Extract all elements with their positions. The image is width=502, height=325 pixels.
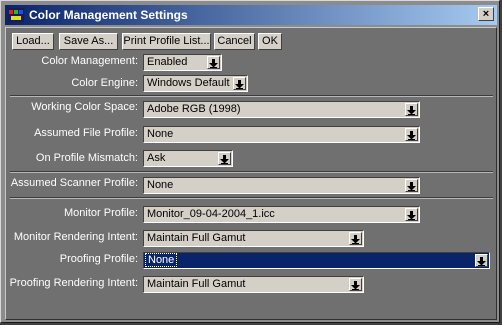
monitor-rendering-intent-dropdown[interactable]: Maintain Full Gamut bbox=[143, 230, 364, 247]
color-engine-dropdown[interactable]: Windows Default bbox=[143, 75, 248, 92]
close-icon: × bbox=[482, 8, 490, 20]
dropdown-arrow-icon[interactable] bbox=[475, 254, 488, 267]
section-divider bbox=[10, 95, 493, 97]
dropdown-arrow-icon[interactable] bbox=[405, 103, 418, 116]
working-color-space-value: Adobe RGB (1998) bbox=[147, 103, 241, 115]
app-icon bbox=[8, 8, 24, 22]
on-profile-mismatch-value: Ask bbox=[147, 152, 166, 164]
cancel-button[interactable]: Cancel bbox=[214, 33, 255, 50]
working-color-space-label: Working Color Space: bbox=[31, 101, 138, 113]
proofing-rendering-intent-dropdown[interactable]: Maintain Full Gamut bbox=[143, 276, 364, 293]
color-management-label: Color Management: bbox=[41, 55, 138, 67]
dropdown-arrow-icon[interactable] bbox=[349, 232, 362, 245]
on-profile-mismatch-dropdown[interactable]: Ask bbox=[143, 150, 233, 167]
assumed-file-profile-value: None bbox=[147, 128, 174, 140]
on-profile-mismatch-label: On Profile Mismatch: bbox=[35, 152, 138, 164]
color-management-dropdown[interactable]: Enabled bbox=[143, 54, 222, 71]
dropdown-arrow-icon[interactable] bbox=[218, 152, 231, 165]
assumed-file-profile-dropdown[interactable]: None bbox=[143, 126, 420, 143]
color-management-window: Color Management Settings × Load... Save… bbox=[0, 0, 500, 323]
dropdown-arrow-icon[interactable] bbox=[233, 77, 246, 90]
proofing-rendering-intent-value: Maintain Full Gamut bbox=[147, 278, 246, 290]
close-button[interactable]: × bbox=[478, 7, 494, 21]
print-profile-list-button[interactable]: Print Profile List... bbox=[122, 33, 211, 50]
section-divider bbox=[10, 171, 493, 173]
color-engine-value: Windows Default bbox=[147, 77, 230, 89]
assumed-file-profile-label: Assumed File Profile: bbox=[34, 127, 138, 139]
color-management-value: Enabled bbox=[147, 56, 188, 68]
window-title: Color Management Settings bbox=[29, 8, 188, 22]
proofing-rendering-intent-label: Proofing Rendering Intent: bbox=[9, 277, 138, 289]
proofing-profile-label: Proofing Profile: bbox=[59, 253, 138, 265]
monitor-rendering-intent-label: Monitor Rendering Intent: bbox=[13, 231, 138, 243]
monitor-profile-value: Monitor_09-04-2004_1.icc bbox=[147, 208, 275, 220]
assumed-scanner-profile-value: None bbox=[147, 179, 174, 191]
dropdown-arrow-icon[interactable] bbox=[405, 179, 418, 192]
ok-button[interactable]: OK bbox=[258, 33, 282, 50]
assumed-scanner-profile-dropdown[interactable]: None bbox=[143, 177, 420, 194]
dropdown-arrow-icon[interactable] bbox=[349, 278, 362, 291]
proofing-profile-dropdown[interactable]: None bbox=[143, 252, 490, 269]
title-bar[interactable]: Color Management Settings × bbox=[5, 5, 497, 25]
section-divider bbox=[10, 197, 493, 199]
dropdown-arrow-icon[interactable] bbox=[207, 56, 220, 69]
dropdown-arrow-icon[interactable] bbox=[405, 208, 418, 221]
load-button[interactable]: Load... bbox=[12, 33, 54, 50]
monitor-profile-dropdown[interactable]: Monitor_09-04-2004_1.icc bbox=[143, 206, 420, 223]
working-color-space-dropdown[interactable]: Adobe RGB (1998) bbox=[143, 101, 420, 118]
proofing-profile-value: None bbox=[145, 253, 178, 267]
color-engine-label: Color Engine: bbox=[71, 77, 138, 89]
assumed-scanner-profile-label: Assumed Scanner Profile: bbox=[10, 177, 138, 189]
dialog-body: Load... Save As... Print Profile List...… bbox=[5, 27, 497, 320]
save-as-button[interactable]: Save As... bbox=[59, 33, 118, 50]
monitor-profile-label: Monitor Profile: bbox=[64, 207, 138, 219]
monitor-rendering-intent-value: Maintain Full Gamut bbox=[147, 232, 246, 244]
dropdown-arrow-icon[interactable] bbox=[405, 128, 418, 141]
